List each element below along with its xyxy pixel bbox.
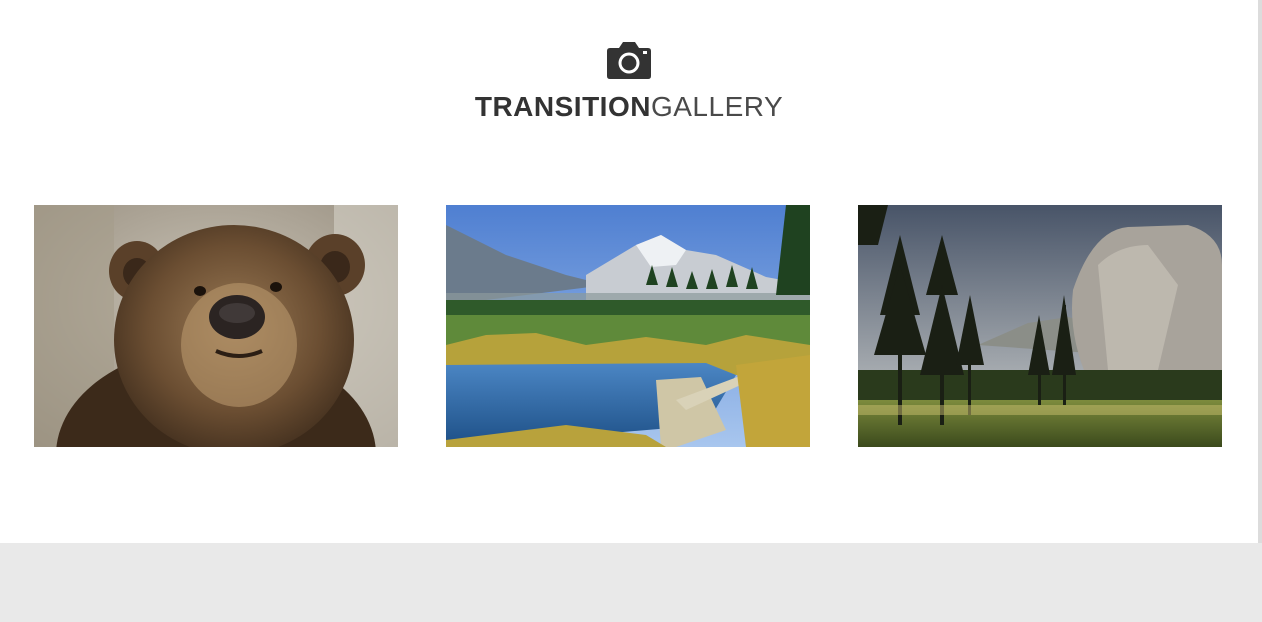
bear-image <box>34 205 398 447</box>
alpine-lake-photo[interactable] <box>446 205 810 447</box>
page-container: TRANSITIONGALLERY <box>0 0 1258 543</box>
footer-area <box>0 543 1262 622</box>
gallery-grid <box>34 205 1222 447</box>
bear-photo[interactable] <box>34 205 398 447</box>
valley-cliff-photo[interactable] <box>858 205 1222 447</box>
valley-image <box>858 205 1222 447</box>
title-light: GALLERY <box>650 91 784 122</box>
title-bold: TRANSITION <box>474 91 651 122</box>
scrollbar-track[interactable] <box>1258 0 1262 543</box>
page-title: TRANSITIONGALLERY <box>0 91 1258 123</box>
site-header: TRANSITIONGALLERY <box>0 40 1258 123</box>
lake-image <box>446 205 810 447</box>
camera-icon <box>607 42 651 79</box>
